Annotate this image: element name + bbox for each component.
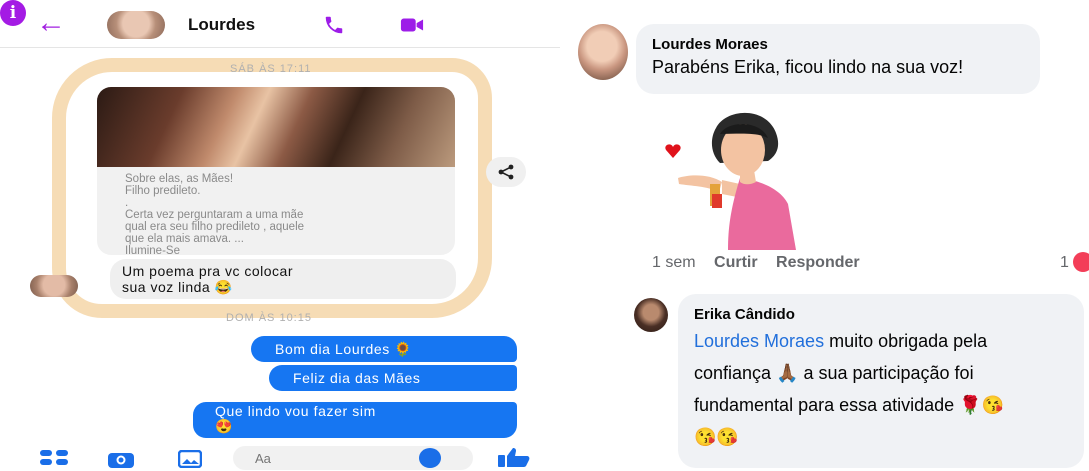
message-line: 😍 xyxy=(215,418,234,434)
emoji-icon[interactable] xyxy=(419,448,441,468)
messenger-panel: ← Lourdes i SÁB ÀS 17:11 Sobre elas, as … xyxy=(0,0,560,471)
message-line: Que lindo vou fazer sim xyxy=(215,403,376,419)
comment-text: Lourdes Moraes muito obrigada pela confi… xyxy=(694,325,1084,453)
comment-line: 😘😘 xyxy=(694,427,739,447)
comment-author[interactable]: Lourdes Moraes xyxy=(652,36,1040,53)
apps-icon[interactable] xyxy=(40,450,70,466)
commenter-avatar[interactable] xyxy=(634,298,668,332)
like-button[interactable]: Curtir xyxy=(714,254,758,271)
post-line: Sobre elas, as Mães! xyxy=(125,173,234,185)
shared-post-text: Sobre elas, as Mães! Filho predileto. . … xyxy=(97,167,455,255)
post-line: Filho predileto. xyxy=(125,185,201,197)
kiss-sticker xyxy=(665,112,796,250)
sent-message-bubble[interactable]: Bom dia Lourdes 🌻 xyxy=(251,336,517,362)
comments-panel: Lourdes Moraes Parabéns Erika, ficou lin… xyxy=(560,0,1089,471)
gallery-icon[interactable] xyxy=(178,450,202,468)
comment-line: muito obrigada pela xyxy=(824,331,988,351)
comment-line: confiança 🙏🏾 a sua participação foi xyxy=(694,363,974,383)
share-icon xyxy=(498,164,514,180)
contact-avatar-small xyxy=(30,275,78,297)
post-line: qual era seu filho predileto , aquele xyxy=(125,221,305,233)
share-button[interactable] xyxy=(486,157,526,187)
chat-header: ← Lourdes i xyxy=(0,0,560,48)
mention-link[interactable]: Lourdes Moraes xyxy=(694,331,824,351)
shared-post-image xyxy=(97,87,455,167)
contact-avatar[interactable] xyxy=(107,11,165,39)
received-message-bubble[interactable]: Um poema pra vc colocar sua voz linda 😂 xyxy=(110,259,456,299)
comment-actions: 1 sem Curtir Responder xyxy=(652,254,874,272)
reaction-count[interactable]: 1 xyxy=(1060,254,1069,272)
thumbs-up-icon[interactable] xyxy=(498,447,532,467)
heart-reaction-icon[interactable] xyxy=(1073,252,1089,272)
comment-time[interactable]: 1 sem xyxy=(652,254,696,271)
comment-bubble: Lourdes Moraes Parabéns Erika, ficou lin… xyxy=(636,24,1040,94)
back-arrow-icon[interactable]: ← xyxy=(36,8,66,38)
comment-text: Parabéns Erika, ficou lindo na sua voz! xyxy=(652,57,964,77)
message-line: Um poema pra vc colocar xyxy=(122,263,294,279)
chat-timestamp: SÁB ÀS 17:11 xyxy=(230,63,312,75)
info-icon[interactable]: i xyxy=(0,0,26,26)
video-camera-icon[interactable] xyxy=(400,14,424,36)
comment-line: fundamental para essa atividade 🌹😘 xyxy=(694,395,1004,415)
chat-timestamp: DOM ÀS 10:15 xyxy=(226,312,312,324)
post-line: Certa vez perguntaram a uma mãe xyxy=(125,209,304,221)
contact-name[interactable]: Lourdes xyxy=(188,15,255,35)
post-line: Ilumine-Se xyxy=(125,245,180,255)
camera-icon[interactable] xyxy=(108,450,134,468)
comment-author[interactable]: Erika Cândido xyxy=(694,306,1084,323)
message-line: sua voz linda 😂 xyxy=(122,279,233,295)
phone-icon[interactable] xyxy=(322,14,346,36)
comment-bubble: Erika Cândido Lourdes Moraes muito obrig… xyxy=(678,294,1084,468)
post-line: . xyxy=(125,197,129,209)
shared-post-card[interactable]: Sobre elas, as Mães! Filho predileto. . … xyxy=(97,87,455,255)
commenter-avatar[interactable] xyxy=(578,24,628,80)
message-composer xyxy=(0,444,560,471)
post-line: que ela mais amava. ... xyxy=(125,233,244,245)
reply-button[interactable]: Responder xyxy=(776,254,860,271)
sent-message-bubble[interactable]: Feliz dia das Mães xyxy=(269,365,517,391)
sent-message-bubble[interactable]: Que lindo vou fazer sim 😍 xyxy=(193,402,517,438)
